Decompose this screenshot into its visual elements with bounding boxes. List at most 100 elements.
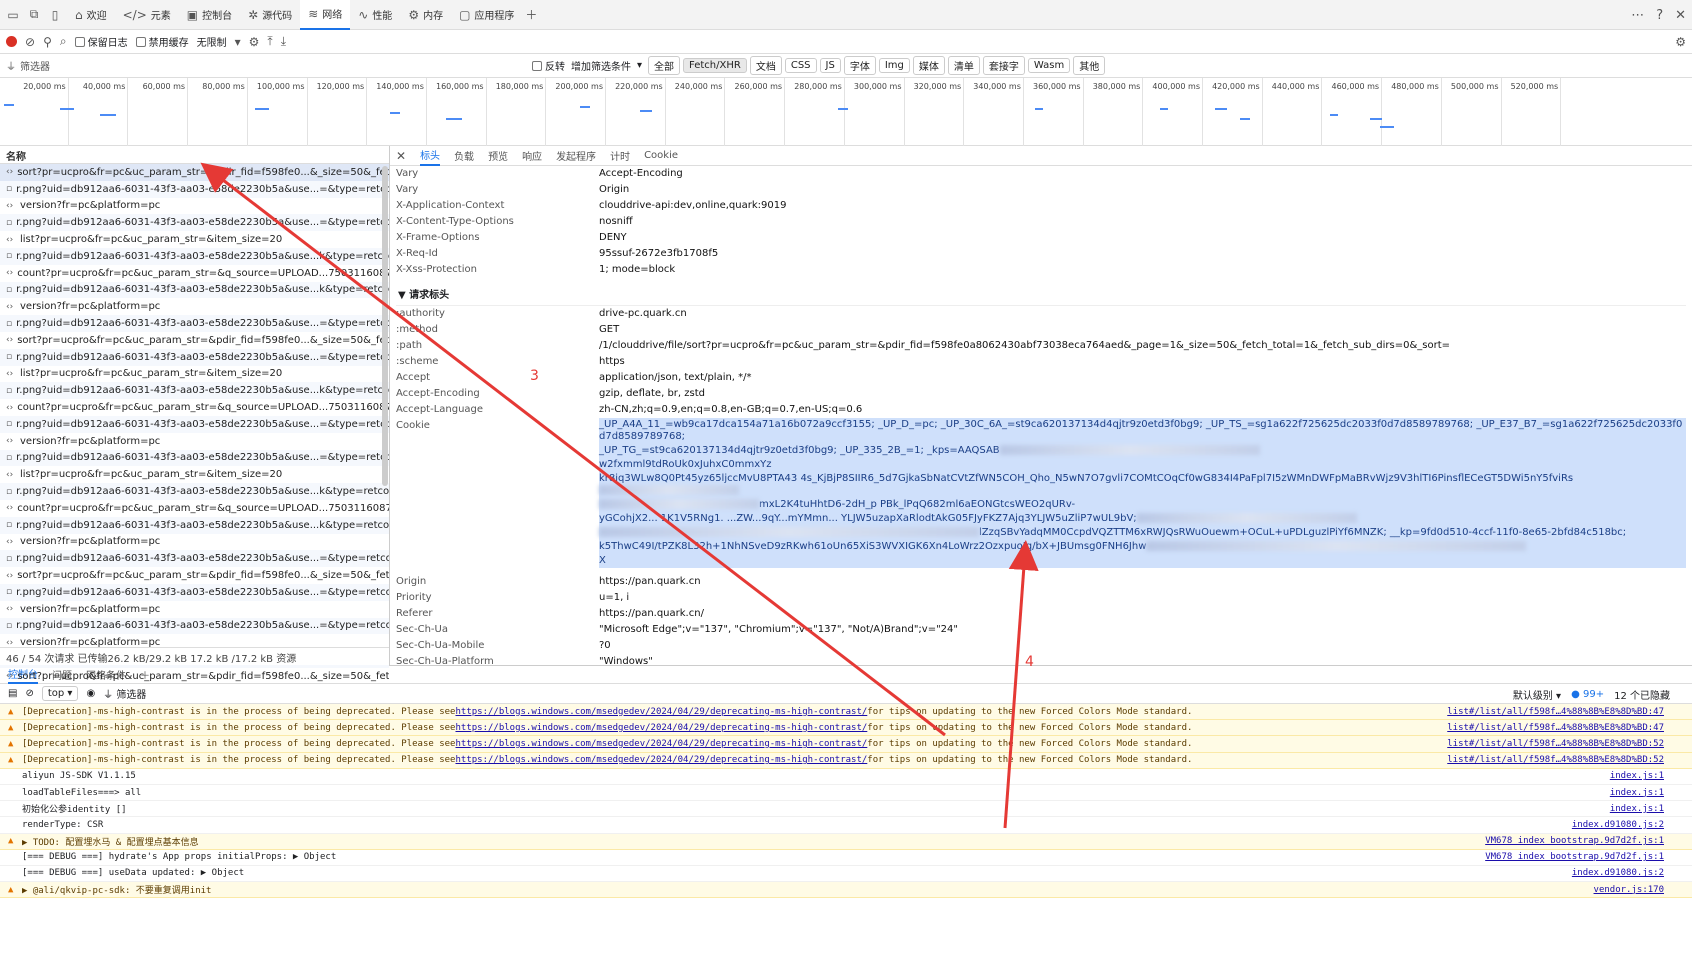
tab-7[interactable]: ▢ 应用程序 — [451, 0, 522, 30]
message-link[interactable]: https://blogs.windows.com/msedgedev/2024… — [455, 707, 867, 717]
tab-1[interactable]: </> 元素 — [115, 0, 179, 30]
request-row[interactable]: ‹› version?fr=pc&platform=pc — [0, 433, 389, 450]
request-row[interactable]: ▫r.png?uid=db912aa6-6031-43f3-aa03-e58de… — [0, 583, 389, 601]
eye-icon[interactable]: ◉ — [86, 688, 95, 699]
add-tab-icon[interactable]: ＋ — [522, 6, 540, 24]
request-row[interactable]: ▫r.png?uid=db912aa6-6031-43f3-aa03-e58de… — [0, 315, 389, 332]
scrollbar[interactable] — [382, 166, 388, 486]
source-link[interactable]: index.js:1 — [1610, 804, 1664, 814]
source-link[interactable]: index.d91080.js:2 — [1572, 820, 1664, 830]
type-filter-5[interactable]: 字体 — [843, 56, 876, 75]
detail-tab-4[interactable]: 发起程序 — [556, 148, 596, 163]
type-filter-3[interactable]: CSS — [784, 58, 817, 73]
type-filter-4[interactable]: JS — [819, 58, 841, 73]
request-row[interactable]: ‹› version?fr=pc&platform=pc — [0, 534, 389, 551]
type-filter-0[interactable]: 全部 — [648, 56, 681, 75]
type-filter-6[interactable]: Img — [878, 58, 910, 73]
source-link[interactable]: index.d91080.js:2 — [1572, 868, 1664, 878]
search-icon[interactable]: ⌕ — [60, 34, 67, 49]
request-row[interactable]: ▫r.png?uid=db912aa6-6031-43f3-aa03-e58de… — [0, 483, 389, 500]
levels-select[interactable]: 默认级别 ▾ — [1513, 687, 1561, 702]
request-row[interactable]: ‹› count?pr=ucpro&fr=pc&uc_param_str=&q_s… — [0, 399, 389, 416]
network-timeline[interactable]: 20,000 ms 40,000 ms 60,000 ms 80,000 ms 100,… — [0, 78, 1692, 146]
more-icon[interactable]: ⋯ — [1631, 8, 1644, 23]
type-filter-10[interactable]: Wasm — [1027, 58, 1071, 73]
wifi-settings-icon[interactable]: ⚙ — [249, 35, 260, 49]
tab-3[interactable]: ✲ 源代码 — [240, 0, 300, 30]
detail-tab-1[interactable]: 负载 — [454, 148, 474, 163]
type-filter-1[interactable]: Fetch/XHR — [683, 58, 747, 73]
device-toggle-icon[interactable]: ▭ — [4, 6, 22, 24]
help-icon[interactable]: ? — [1656, 8, 1663, 23]
source-link[interactable]: list#/list/all/f598f…4%88%8B%E8%8D%BD:47 — [1447, 707, 1664, 717]
tab-2[interactable]: ▣ 控制台 — [179, 0, 240, 30]
clear-icon[interactable]: ⊘ — [25, 35, 35, 49]
request-row[interactable]: ▫r.png?uid=db912aa6-6031-43f3-aa03-e58de… — [0, 516, 389, 534]
request-row[interactable]: ▫r.png?uid=db912aa6-6031-43f3-aa03-e58de… — [0, 415, 389, 433]
console-filter-input[interactable]: ⏚ 筛选器 — [103, 686, 146, 701]
request-row[interactable]: ‹› version?fr=pc&platform=pc — [0, 198, 389, 215]
tab-6[interactable]: ⚙ 内存 — [400, 0, 451, 30]
request-row[interactable]: ▫r.png?uid=db912aa6-6031-43f3-aa03-e58de… — [0, 281, 389, 299]
detail-tab-5[interactable]: 计时 — [610, 148, 630, 163]
download-icon[interactable]: ⤓ — [281, 34, 286, 49]
request-row[interactable]: ▫r.png?uid=db912aa6-6031-43f3-aa03-e58de… — [0, 449, 389, 467]
more-filters-button[interactable]: 增加筛选条件 — [571, 58, 631, 73]
close-details-icon[interactable]: ✕ — [396, 149, 406, 163]
close-icon[interactable]: ✕ — [1675, 8, 1686, 23]
source-link[interactable]: index.js:1 — [1610, 771, 1664, 781]
filter-input[interactable]: ⏚ 筛选器 — [6, 58, 526, 73]
request-row[interactable]: ▫r.png?uid=db912aa6-6031-43f3-aa03-e58de… — [0, 550, 389, 568]
record-button[interactable] — [6, 36, 17, 47]
request-row[interactable]: ▫r.png?uid=db912aa6-6031-43f3-aa03-e58de… — [0, 214, 389, 232]
request-row[interactable]: ‹› list?pr=ucpro&fr=pc&uc_param_str=&item… — [0, 466, 389, 483]
source-link[interactable]: list#/list/all/f598f…4%88%8B%E8%8D%BD:52 — [1447, 755, 1664, 765]
request-row[interactable]: ▫r.png?uid=db912aa6-6031-43f3-aa03-e58de… — [0, 348, 389, 366]
request-row[interactable]: ‹› version?fr=pc&platform=pc — [0, 298, 389, 315]
chevron-down-icon[interactable]: ▾ — [235, 35, 241, 49]
type-filter-7[interactable]: 媒体 — [912, 56, 945, 75]
source-link[interactable]: vendor.js:170 — [1594, 885, 1664, 895]
source-link[interactable]: list#/list/all/f598f…4%88%8B%E8%8D%BD:47 — [1447, 723, 1664, 733]
type-filter-9[interactable]: 套接字 — [982, 56, 1025, 75]
preserve-log-checkbox[interactable]: 保留日志 — [74, 34, 128, 49]
tab-0[interactable]: ⌂ 欢迎 — [67, 0, 115, 30]
request-row[interactable]: ‹› list?pr=ucpro&fr=pc&uc_param_str=&item… — [0, 366, 389, 383]
settings-icon[interactable]: ⚙ — [1675, 35, 1686, 49]
message-link[interactable]: https://blogs.windows.com/msedgedev/2024… — [455, 723, 867, 733]
request-row[interactable]: ▫r.png?uid=db912aa6-6031-43f3-aa03-e58de… — [0, 180, 389, 198]
type-filter-11[interactable]: 其他 — [1073, 56, 1106, 75]
request-row[interactable]: ‹› count?pr=ucpro&fr=pc&uc_param_str=&q_s… — [0, 265, 389, 282]
detail-tab-0[interactable]: 标头 — [420, 146, 441, 166]
request-row[interactable]: ‹› sort?pr=ucpro&fr=pc&uc_param_str=&pdir… — [0, 164, 389, 181]
message-link[interactable]: https://blogs.windows.com/msedgedev/2024… — [455, 739, 867, 749]
source-link[interactable]: index.js:1 — [1610, 788, 1664, 798]
request-headers-title[interactable]: ▼ 请求标头 — [396, 282, 1686, 306]
chevron-down-icon[interactable]: ▾ — [637, 60, 642, 71]
sidebar-icon[interactable]: ▤ — [8, 688, 17, 699]
context-select[interactable]: top ▾ — [41, 686, 79, 701]
tab-4[interactable]: ≋ 网络 — [300, 0, 351, 30]
detail-tab-3[interactable]: 响应 — [522, 148, 542, 163]
throttle-select[interactable]: 无限制 — [197, 34, 227, 49]
filter-toggle-icon[interactable]: ⚲ — [43, 35, 52, 49]
name-column-header[interactable]: 名称 — [0, 146, 389, 164]
dock-icon[interactable]: ▯ — [46, 6, 64, 24]
clear-console-icon[interactable]: ⊘ — [25, 688, 33, 699]
inspect-icon[interactable]: ⧉ — [25, 6, 43, 24]
request-row[interactable]: ▫r.png?uid=db912aa6-6031-43f3-aa03-e58de… — [0, 382, 389, 400]
request-row[interactable]: ‹› sort?pr=ucpro&fr=pc&uc_param_str=&pdir… — [0, 668, 389, 685]
source-link[interactable]: VM678 index_bootstrap.9d7d2f.js:1 — [1485, 852, 1664, 862]
type-filter-2[interactable]: 文档 — [749, 56, 782, 75]
source-link[interactable]: list#/list/all/f598f…4%88%8B%E8%8D%BD:52 — [1447, 739, 1664, 749]
request-row[interactable]: ‹› sort?pr=ucpro&fr=pc&uc_param_str=&pdir… — [0, 332, 389, 349]
message-link[interactable]: https://blogs.windows.com/msedgedev/2024… — [455, 755, 867, 765]
detail-tab-6[interactable]: Cookie — [644, 150, 678, 161]
request-row[interactable]: ‹› version?fr=pc&platform=pc — [0, 601, 389, 618]
invert-checkbox[interactable]: 反转 — [532, 58, 565, 73]
detail-tab-2[interactable]: 预览 — [488, 148, 508, 163]
request-row[interactable]: ‹› list?pr=ucpro&fr=pc&uc_param_str=&item… — [0, 231, 389, 248]
request-row[interactable]: ‹› sort?pr=ucpro&fr=pc&uc_param_str=&pdir… — [0, 567, 389, 584]
request-row[interactable]: ‹› count?pr=ucpro&fr=pc&uc_param_str=&q_s… — [0, 500, 389, 517]
type-filter-8[interactable]: 清单 — [947, 56, 980, 75]
